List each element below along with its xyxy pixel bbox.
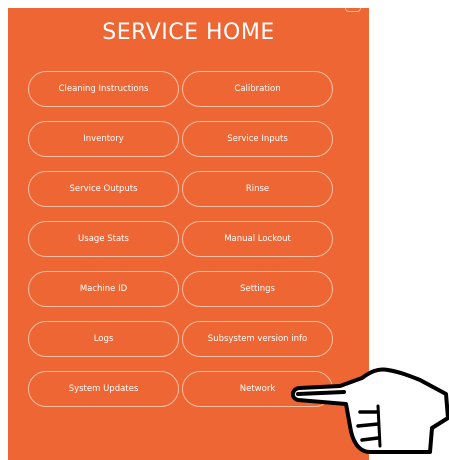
- pointing-hand-icon: [291, 367, 449, 454]
- subsystem-version-info-button[interactable]: Subsystem version info: [182, 321, 333, 357]
- usage-stats-button[interactable]: Usage Stats: [28, 221, 179, 257]
- page-title: SERVICE HOME: [102, 20, 275, 45]
- logs-button[interactable]: Logs: [28, 321, 179, 357]
- manual-lockout-button[interactable]: Manual Lockout: [182, 221, 333, 257]
- machine-id-button[interactable]: Machine ID: [28, 271, 179, 307]
- service-inputs-button[interactable]: Service Inputs: [182, 121, 333, 157]
- settings-button[interactable]: Settings: [182, 271, 333, 307]
- cleaning-instructions-button[interactable]: Cleaning Instructions: [28, 71, 179, 107]
- service-menu-grid: Cleaning Instructions Calibration Invent…: [28, 71, 334, 407]
- inventory-button[interactable]: Inventory: [28, 121, 179, 157]
- corner-tab: [345, 8, 361, 12]
- service-outputs-button[interactable]: Service Outputs: [28, 171, 179, 207]
- calibration-button[interactable]: Calibration: [182, 71, 333, 107]
- screenshot-stage: SERVICE HOME Cleaning Instructions Calib…: [0, 0, 449, 460]
- system-updates-button[interactable]: System Updates: [28, 371, 179, 407]
- rinse-button[interactable]: Rinse: [182, 171, 333, 207]
